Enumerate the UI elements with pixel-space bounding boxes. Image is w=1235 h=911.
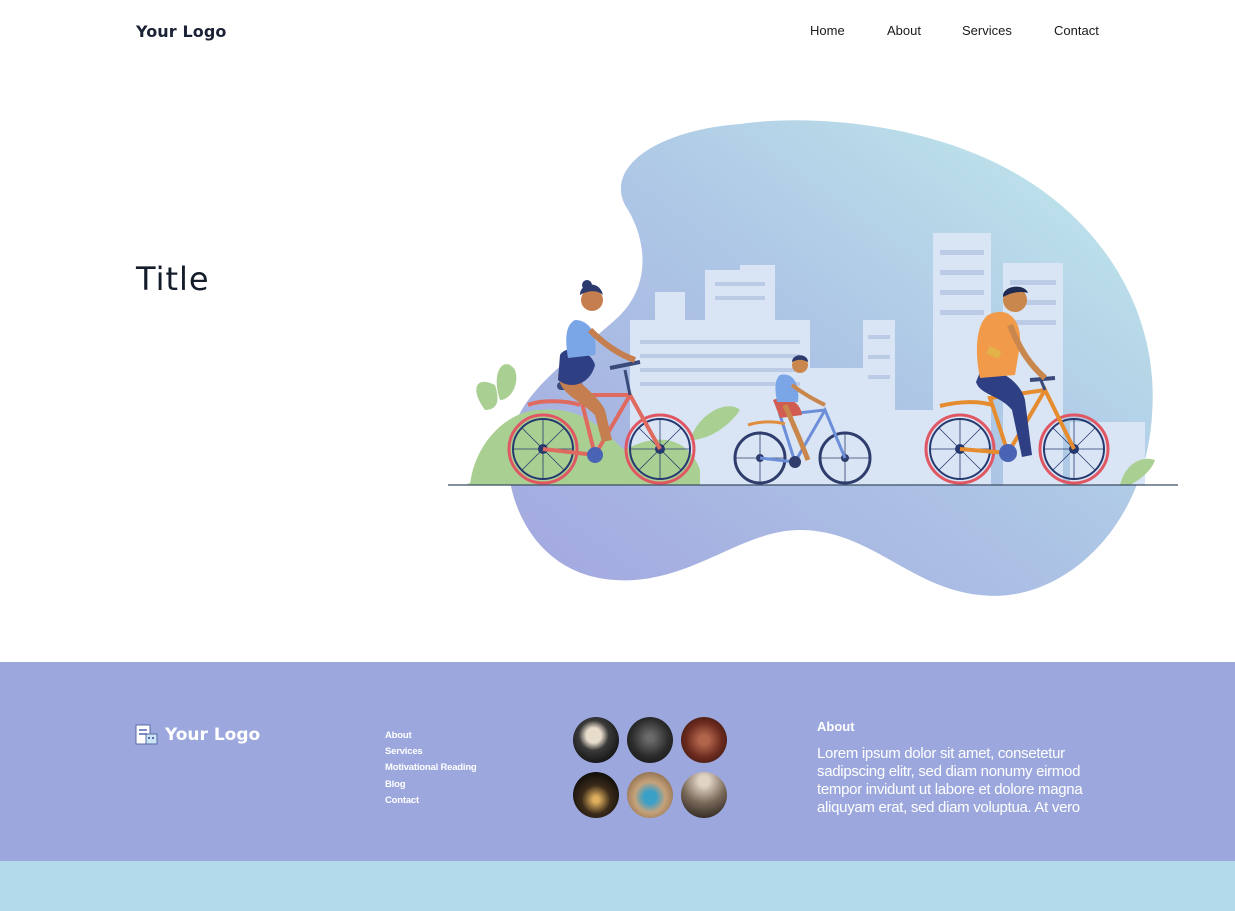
nav-services[interactable]: Services — [962, 23, 1012, 38]
footer-link-about[interactable]: About — [385, 728, 477, 744]
nav-contact[interactable]: Contact — [1054, 23, 1099, 38]
nav-home[interactable]: Home — [810, 23, 845, 38]
footer-about-heading: About — [817, 719, 855, 734]
bottom-band — [0, 861, 1235, 911]
footer-link-motivational-reading[interactable]: Motivational Reading — [385, 760, 477, 776]
main-nav: Home About Services Contact — [0, 23, 1235, 43]
site-header: Your Logo Home About Services Contact — [0, 0, 1235, 70]
nav-about[interactable]: About — [887, 23, 921, 38]
hero-illustration — [448, 120, 1178, 596]
gallery-photo[interactable] — [573, 717, 619, 763]
footer-link-services[interactable]: Services — [385, 744, 477, 760]
logo-mark-icon — [135, 724, 158, 745]
footer-logo[interactable]: Your Logo — [135, 724, 260, 746]
gallery-photo[interactable] — [573, 772, 619, 818]
footer-link-contact[interactable]: Contact — [385, 793, 477, 809]
footer-link-blog[interactable]: Blog — [385, 777, 477, 793]
footer-links: About Services Motivational Reading Blog… — [385, 728, 477, 809]
footer-about-text: Lorem ipsum dolor sit amet, consetetur s… — [817, 745, 1083, 816]
gallery-photo[interactable] — [627, 717, 673, 763]
gallery-photo[interactable] — [681, 772, 727, 818]
site-footer: Your Logo About Services Motivational Re… — [0, 662, 1235, 861]
gallery-photo[interactable] — [681, 717, 727, 763]
footer-logo-text: Your Logo — [165, 725, 261, 745]
hero-title: Title — [136, 260, 210, 298]
gallery-photo[interactable] — [627, 772, 673, 818]
